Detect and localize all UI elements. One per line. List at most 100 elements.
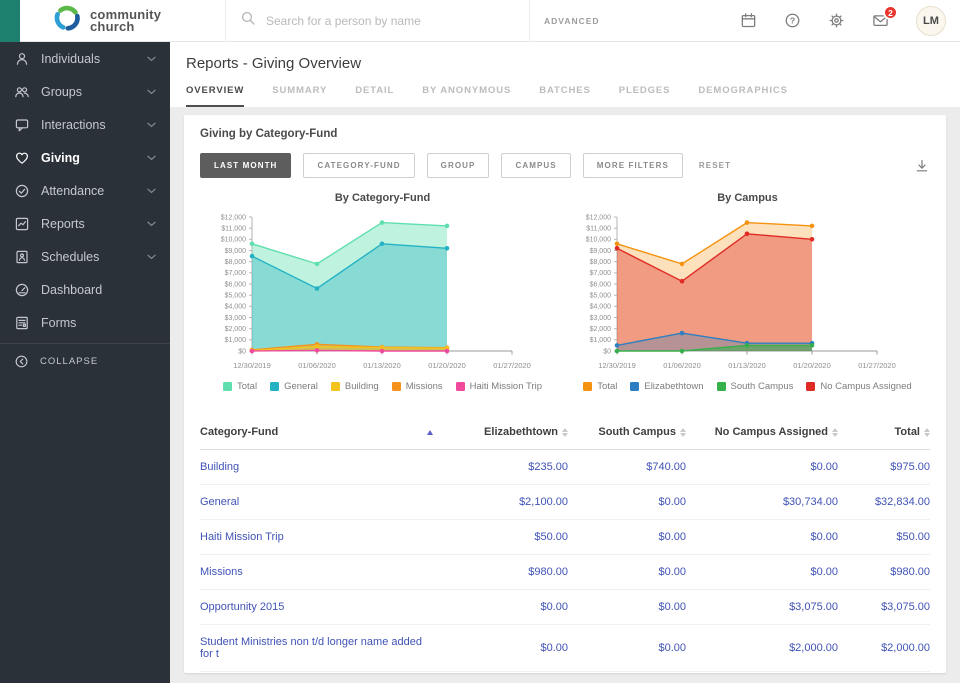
sidebar-item-attendance[interactable]: Attendance	[0, 174, 170, 207]
legend-swatch	[392, 382, 401, 391]
advanced-search-button[interactable]: ADVANCED	[530, 16, 600, 26]
column-header-south-campus[interactable]: South Campus	[598, 426, 686, 438]
column-header-elizabethtown[interactable]: Elizabethtown	[484, 426, 568, 438]
svg-text:$12,000: $12,000	[220, 214, 245, 221]
amount-cell: $980.00	[453, 566, 568, 578]
logo: community church	[20, 3, 225, 38]
sidebar-item-label: Interactions	[41, 118, 136, 132]
legend-swatch	[717, 382, 726, 391]
sidebar-item-groups[interactable]: Groups	[0, 75, 170, 108]
sidebar-collapse-button[interactable]: COLLAPSE	[0, 343, 170, 379]
tab-detail[interactable]: DETAIL	[355, 85, 394, 107]
svg-text:$3,000: $3,000	[224, 315, 246, 322]
category-cell: Opportunity 2015	[200, 601, 453, 613]
settings-gear-icon[interactable]	[828, 12, 845, 29]
download-icon[interactable]	[914, 158, 930, 174]
svg-text:$4,000: $4,000	[589, 304, 611, 311]
legend-item-general[interactable]: General	[270, 381, 318, 392]
help-icon[interactable]: ?	[784, 12, 801, 29]
reset-filters-button[interactable]: RESET	[699, 161, 731, 170]
search-input[interactable]	[266, 14, 496, 28]
table-header-row: Category-Fund Elizabethtown South Campus No…	[200, 416, 930, 450]
app-root: community church ADVANCED ?	[0, 0, 960, 683]
category-fund-link[interactable]: Student Ministries non t/d longer name a…	[200, 636, 433, 660]
chat-icon	[14, 117, 30, 133]
amount-cell: $0.00	[453, 642, 568, 654]
legend-swatch	[583, 382, 592, 391]
shell: IndividualsGroups Interactions Giving Atten…	[0, 42, 960, 683]
tab-pledges[interactable]: PLEDGES	[619, 85, 671, 107]
legend-item-missions[interactable]: Missions	[392, 381, 443, 392]
category-cell: Haiti Mission Trip	[200, 531, 453, 543]
filter-more-filters-button[interactable]: MORE FILTERS	[583, 153, 683, 178]
sidebar-item-interactions[interactable]: Interactions	[0, 108, 170, 141]
sidebar-item-label: Giving	[41, 151, 136, 165]
filter-campus-button[interactable]: CAMPUS	[501, 153, 570, 178]
filter-category-fund-button[interactable]: CATEGORY-FUND	[303, 153, 414, 178]
legend-item-total[interactable]: Total	[583, 381, 617, 392]
tab-demographics[interactable]: DEMOGRAPHICS	[698, 85, 787, 107]
table-row: Student Ministries non t/d longer name a…	[200, 625, 930, 672]
chart-title: By Campus	[717, 192, 778, 204]
sidebar-item-forms[interactable]: Forms	[0, 306, 170, 339]
sidebar-item-schedules[interactable]: Schedules	[0, 240, 170, 273]
category-fund-link[interactable]: Missions	[200, 566, 243, 578]
category-fund-link[interactable]: Haiti Mission Trip	[200, 531, 284, 543]
page-title: Reports - Giving Overview	[186, 55, 944, 72]
amount-cell: $2,000.00	[686, 642, 838, 654]
column-header-category-fund[interactable]: Category-Fund	[200, 426, 453, 438]
column-header-cell: Elizabethtown	[453, 426, 568, 438]
tab-summary[interactable]: SUMMARY	[272, 85, 327, 107]
column-header-no-campus-assigned[interactable]: No Campus Assigned	[715, 426, 838, 438]
legend-item-no-campus-assigned[interactable]: No Campus Assigned	[806, 381, 911, 392]
tab-by-anonymous[interactable]: BY ANONYMOUS	[422, 85, 511, 107]
svg-text:$1,000: $1,000	[224, 337, 246, 344]
sidebar-nav: IndividualsGroups Interactions Giving Atten…	[0, 42, 170, 339]
tab-overview[interactable]: OVERVIEW	[186, 85, 244, 107]
avatar[interactable]: LM	[916, 6, 946, 36]
calendar-icon[interactable]	[740, 12, 757, 29]
legend-item-total[interactable]: Total	[223, 381, 257, 392]
amount-cell: $0.00	[568, 566, 686, 578]
category-fund-link[interactable]: General	[200, 496, 239, 508]
table-body: Building$235.00$740.00$0.00$975.00 Genera…	[200, 450, 930, 672]
sidebar-item-dashboard[interactable]: Dashboard	[0, 273, 170, 306]
svg-text:$9,000: $9,000	[589, 248, 611, 255]
chevron-down-icon	[147, 56, 156, 62]
sidebar-item-individuals[interactable]: Individuals	[0, 42, 170, 75]
chevron-down-icon	[147, 188, 156, 194]
amount-cell: $30,734.00	[686, 496, 838, 508]
amount-cell: $0.00	[568, 601, 686, 613]
column-label: South Campus	[598, 426, 676, 438]
svg-text:12/30/2019: 12/30/2019	[598, 361, 636, 370]
sidebar-item-label: Attendance	[41, 184, 136, 198]
chart-legend: Total General Building Missions Haiti Missio…	[223, 381, 542, 392]
sidebar-item-reports[interactable]: Reports	[0, 207, 170, 240]
legend-item-elizabethtown[interactable]: Elizabethtown	[630, 381, 703, 392]
logo-mark-icon	[52, 3, 82, 38]
column-header-total[interactable]: Total	[895, 426, 930, 438]
sidebar-item-giving[interactable]: Giving	[0, 141, 170, 174]
tab-batches[interactable]: BATCHES	[539, 85, 591, 107]
filter-group-button[interactable]: GROUP	[427, 153, 490, 178]
check-circle-icon	[14, 183, 30, 199]
amount-cell: $3,075.00	[838, 601, 930, 613]
svg-text:$11,000: $11,000	[221, 226, 246, 233]
category-fund-link[interactable]: Opportunity 2015	[200, 601, 284, 613]
legend-item-haiti-mission-trip[interactable]: Haiti Mission Trip	[456, 381, 542, 392]
giving-table: Category-Fund Elizabethtown South Campus No…	[200, 416, 930, 672]
table-row: Building$235.00$740.00$0.00$975.00	[200, 450, 930, 485]
column-label: Category-Fund	[200, 426, 278, 438]
collapse-label: COLLAPSE	[40, 356, 98, 367]
filter-last-month-button[interactable]: LAST MONTH	[200, 153, 291, 178]
messages-icon[interactable]: 2	[872, 12, 889, 29]
legend-item-building[interactable]: Building	[331, 381, 379, 392]
chevron-down-icon	[147, 254, 156, 260]
svg-text:?: ?	[790, 15, 795, 25]
legend-swatch	[456, 382, 465, 391]
amount-cell: $0.00	[568, 496, 686, 508]
chart-icon	[14, 216, 30, 232]
category-fund-link[interactable]: Building	[200, 461, 239, 473]
svg-text:$8,000: $8,000	[224, 259, 246, 266]
legend-item-south-campus[interactable]: South Campus	[717, 381, 794, 392]
